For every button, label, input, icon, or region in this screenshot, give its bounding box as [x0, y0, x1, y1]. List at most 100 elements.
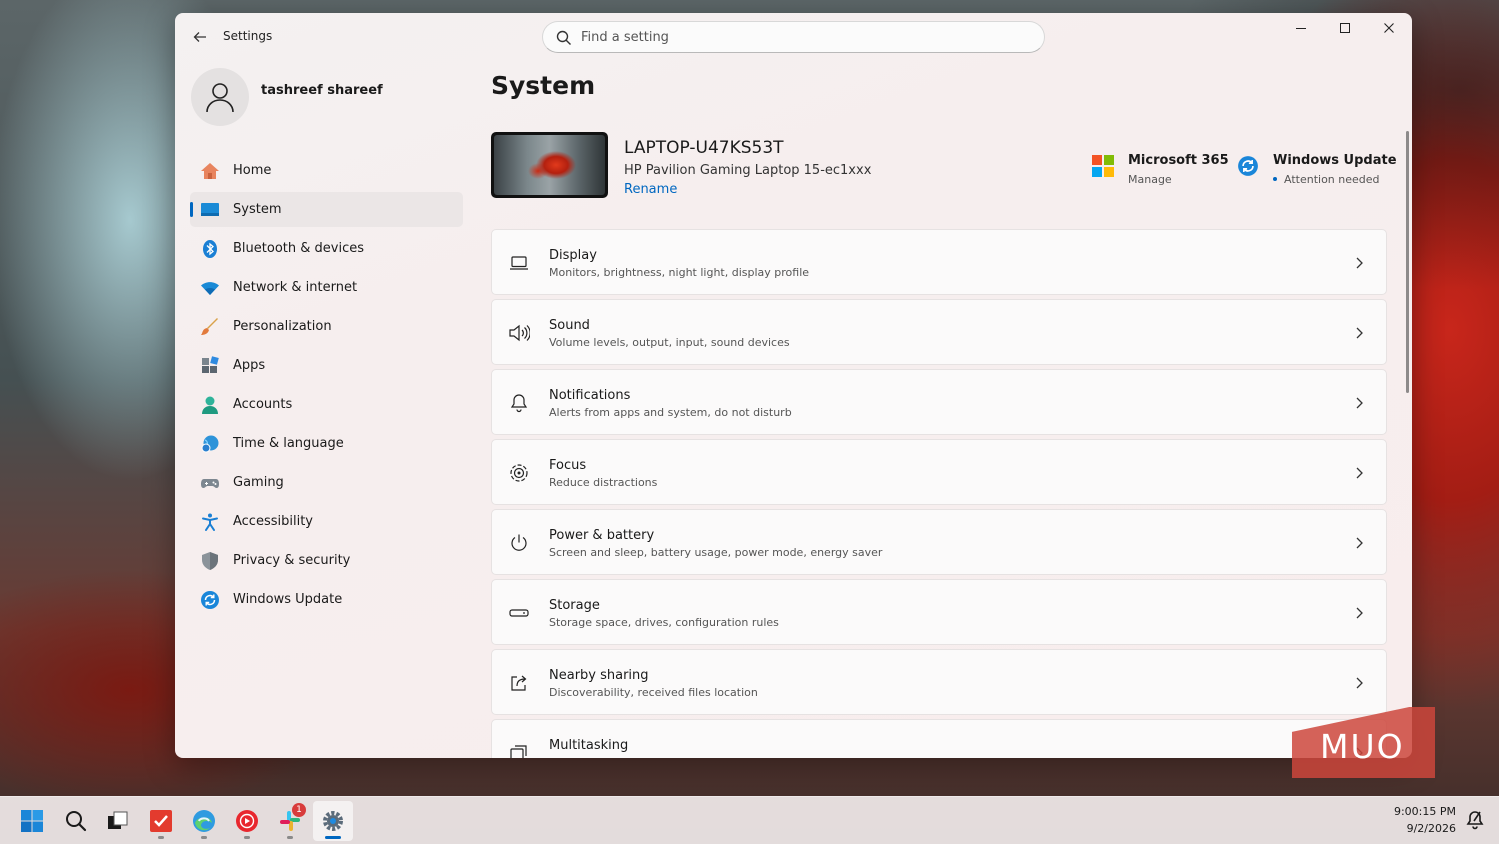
search-input[interactable]: [581, 22, 1021, 52]
sidebar-item-gaming[interactable]: Gaming: [190, 465, 463, 500]
card-title: Focus: [549, 458, 587, 473]
sidebar-item-label: Windows Update: [233, 592, 343, 607]
youtube-music-icon: [236, 810, 258, 832]
device-model: HP Pavilion Gaming Laptop 15-ec1xxx: [624, 163, 872, 178]
card-title: Display: [549, 248, 597, 263]
windows-update-status-text: Attention needed: [1284, 173, 1380, 186]
card-notifications[interactable]: Notifications Alerts from apps and syste…: [491, 369, 1387, 435]
sidebar-item-time-language[interactable]: Time & language: [190, 426, 463, 461]
home-icon: [200, 161, 220, 181]
maximize-button[interactable]: [1323, 13, 1367, 43]
settings-window: Settings tashreef shareef Home: [175, 13, 1412, 758]
youtube-music-button[interactable]: [227, 801, 267, 841]
microsoft-365-subtitle: Manage: [1128, 173, 1172, 186]
search-box[interactable]: [542, 21, 1045, 53]
card-description: Storage space, drives, configuration rul…: [549, 616, 779, 629]
sidebar-item-accessibility[interactable]: Accessibility: [190, 504, 463, 539]
notification-bell-icon[interactable]: [1465, 810, 1485, 830]
sidebar-item-personalization[interactable]: Personalization: [190, 309, 463, 344]
person-icon: [200, 395, 220, 415]
slack-button[interactable]: 1: [270, 801, 310, 841]
card-title: Sound: [549, 318, 590, 333]
card-title: Nearby sharing: [549, 668, 649, 683]
sidebar-item-label: Home: [233, 163, 272, 178]
multitasking-icon: [508, 742, 530, 758]
sidebar-item-label: Time & language: [233, 436, 344, 451]
clock-date: 9/2/2026: [1406, 822, 1456, 835]
page-title: System: [491, 71, 596, 100]
card-description: Volume levels, output, input, sound devi…: [549, 336, 790, 349]
card-description: Screen and sleep, battery usage, power m…: [549, 546, 883, 559]
sidebar-item-label: Apps: [233, 358, 266, 373]
sidebar-item-label: Privacy & security: [233, 553, 351, 568]
card-focus[interactable]: Focus Reduce distractions: [491, 439, 1387, 505]
chevron-right-icon: [1356, 537, 1363, 549]
settings-app-button[interactable]: [313, 801, 353, 841]
sidebar-item-label: Accounts: [233, 397, 293, 412]
card-multitasking[interactable]: Multitasking: [491, 719, 1387, 758]
sidebar-item-windows-update[interactable]: Windows Update: [190, 582, 463, 617]
sidebar-item-system[interactable]: System: [190, 192, 463, 227]
power-icon: [508, 532, 530, 554]
app-title: Settings: [223, 29, 273, 43]
system-clock[interactable]: 9:00:15 PM 9/2/2026: [1394, 803, 1456, 837]
card-title: Notifications: [549, 388, 631, 403]
sidebar-item-home[interactable]: Home: [190, 153, 463, 188]
search-icon: [556, 30, 571, 45]
shield-icon: [200, 551, 220, 571]
wifi-icon: [200, 278, 220, 298]
status-dot-icon: [1273, 177, 1277, 181]
settings-app-icon: [323, 811, 343, 831]
clock-time: 9:00:15 PM: [1393, 805, 1456, 818]
sidebar-item-bluetooth[interactable]: Bluetooth & devices: [190, 231, 463, 266]
title-bar: Settings: [175, 13, 1412, 61]
system-icon: [200, 200, 220, 220]
chevron-right-icon: [1356, 327, 1363, 339]
windows-update-title: Windows Update: [1273, 153, 1397, 168]
sidebar-item-label: System: [233, 202, 282, 217]
sidebar-item-apps[interactable]: Apps: [190, 348, 463, 383]
share-icon: [508, 672, 530, 694]
card-storage[interactable]: Storage Storage space, drives, configura…: [491, 579, 1387, 645]
display-icon: [508, 252, 530, 274]
back-button[interactable]: [189, 26, 211, 48]
brush-icon: [200, 317, 220, 337]
watermark-text: MUO: [1320, 727, 1405, 766]
edge-button[interactable]: [184, 801, 224, 841]
card-nearby-sharing[interactable]: Nearby sharing Discoverability, received…: [491, 649, 1387, 715]
microsoft-365-tile[interactable]: Microsoft 365 Manage: [1092, 153, 1229, 186]
card-power-battery[interactable]: Power & battery Screen and sleep, batter…: [491, 509, 1387, 575]
update-icon: [1238, 156, 1258, 176]
chevron-right-icon: [1356, 467, 1363, 479]
todo-app-icon: [150, 810, 172, 832]
settings-card-list: Display Monitors, brightness, night ligh…: [491, 229, 1387, 758]
close-button[interactable]: [1367, 13, 1411, 43]
minimize-button[interactable]: [1279, 13, 1323, 43]
card-display[interactable]: Display Monitors, brightness, night ligh…: [491, 229, 1387, 295]
sidebar-item-network[interactable]: Network & internet: [190, 270, 463, 305]
sidebar-item-label: Gaming: [233, 475, 284, 490]
start-button[interactable]: [12, 801, 52, 841]
globe-clock-icon: [200, 434, 220, 454]
sidebar-item-label: Accessibility: [233, 514, 313, 529]
card-title: Multitasking: [549, 738, 629, 753]
task-view-button[interactable]: [98, 801, 138, 841]
avatar[interactable]: [191, 68, 249, 126]
taskbar-search-button[interactable]: [56, 801, 96, 841]
chevron-right-icon: [1356, 397, 1363, 409]
minimize-icon: [1296, 28, 1306, 29]
content-scrollbar[interactable]: [1406, 131, 1409, 393]
sidebar-item-label: Personalization: [233, 319, 332, 334]
todo-app-button[interactable]: [141, 801, 181, 841]
apps-icon: [200, 355, 220, 376]
sidebar-item-privacy[interactable]: Privacy & security: [190, 543, 463, 578]
windows-update-tile[interactable]: Windows Update Attention needed: [1237, 153, 1397, 186]
card-description: Discoverability, received files location: [549, 686, 758, 699]
gamepad-icon: [200, 473, 220, 493]
device-name: LAPTOP-U47KS53T: [624, 138, 784, 158]
focus-icon: [508, 462, 530, 484]
card-sound[interactable]: Sound Volume levels, output, input, soun…: [491, 299, 1387, 365]
accessibility-icon: [200, 512, 220, 532]
rename-link[interactable]: Rename: [624, 182, 677, 197]
sidebar-item-accounts[interactable]: Accounts: [190, 387, 463, 422]
